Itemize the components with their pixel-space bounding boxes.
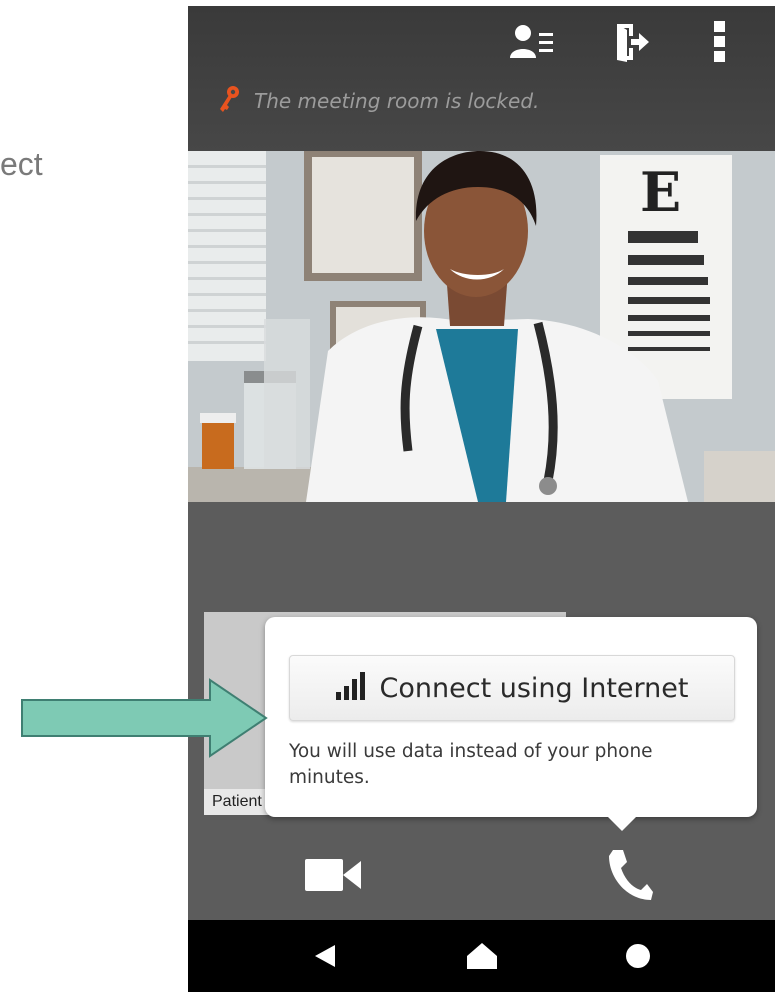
phone-icon[interactable] xyxy=(606,846,656,902)
key-icon xyxy=(218,85,240,118)
android-nav-bar xyxy=(188,920,775,992)
partial-side-text: ect xyxy=(0,146,43,182)
meeting-header: The meeting room is locked. xyxy=(188,6,775,151)
call-controls xyxy=(188,820,775,920)
lock-status: The meeting room is locked. xyxy=(218,84,539,118)
participants-icon[interactable] xyxy=(508,16,556,68)
more-vert-icon[interactable] xyxy=(696,16,744,68)
remote-video: E xyxy=(188,151,775,502)
data-usage-note: You will use data instead of your phone … xyxy=(289,741,653,788)
recents-icon[interactable] xyxy=(618,938,658,974)
lock-message: The meeting room is locked. xyxy=(254,89,540,113)
back-icon[interactable] xyxy=(306,938,346,974)
connect-internet-label: Connect using Internet xyxy=(379,672,689,704)
doctor-video-frame: E xyxy=(188,151,775,502)
home-icon[interactable] xyxy=(462,938,502,974)
video-camera-icon[interactable] xyxy=(303,854,363,896)
svg-text:E: E xyxy=(640,160,681,224)
connect-internet-button[interactable]: Connect using Internet xyxy=(289,655,735,721)
exit-icon[interactable] xyxy=(608,16,656,68)
annotation-arrow xyxy=(21,678,268,758)
connect-popover: Connect using Internet You will use data… xyxy=(265,617,757,831)
signal-icon xyxy=(335,671,366,705)
phone-screen: The meeting room is locked. E Patient Co… xyxy=(188,6,775,992)
